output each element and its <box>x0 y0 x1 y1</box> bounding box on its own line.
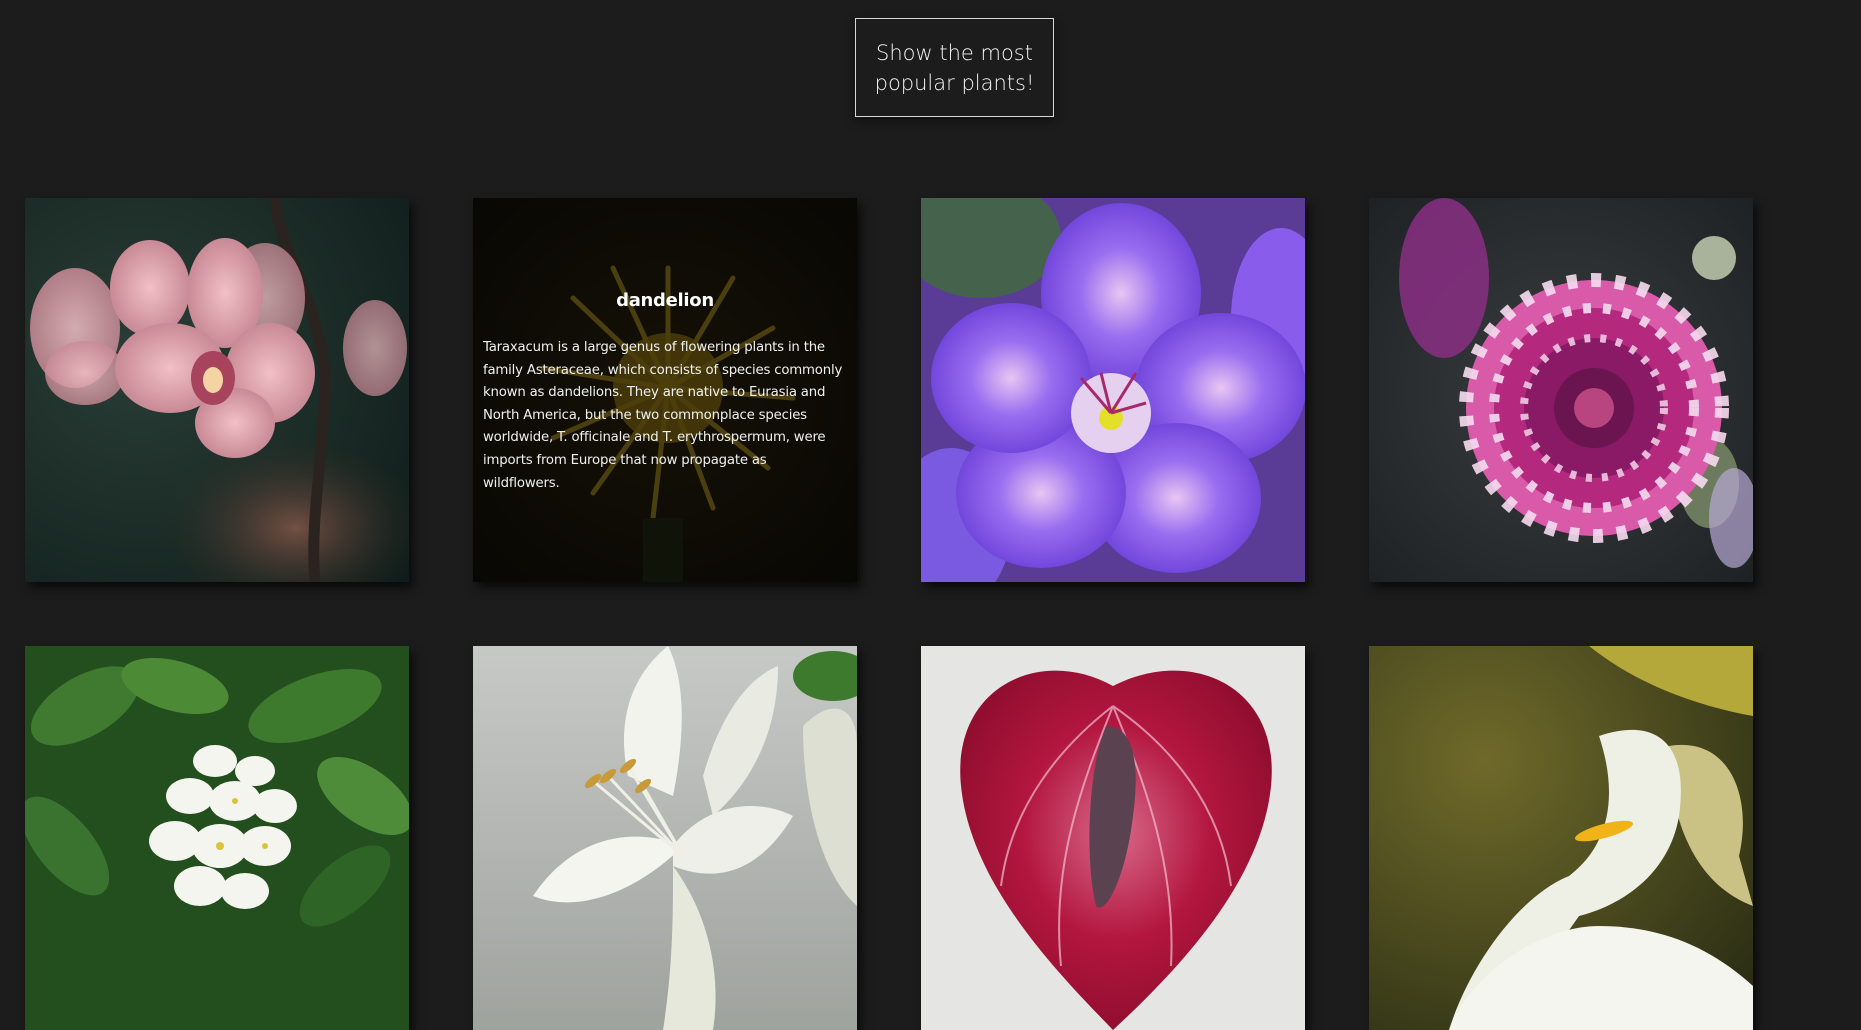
orchid-image <box>25 198 409 582</box>
plant-card-lily[interactable] <box>473 646 857 1030</box>
dahlia-image <box>1369 198 1753 582</box>
jasmine-image <box>25 646 409 1030</box>
plant-card-geranium[interactable] <box>921 198 1305 582</box>
calla-lily-image <box>1369 646 1753 1030</box>
geranium-image <box>921 198 1305 582</box>
plant-card-anthurium[interactable] <box>921 646 1305 1030</box>
plant-title: dandelion <box>616 290 714 311</box>
plant-card-orchid[interactable] <box>25 198 409 582</box>
plant-card-jasmine[interactable] <box>25 646 409 1030</box>
lily-image <box>473 646 857 1030</box>
dandelion-overlay: dandelion Taraxacum is a large genus of … <box>473 198 857 582</box>
plant-card-dandelion[interactable]: dandelion Taraxacum is a large genus of … <box>473 198 857 582</box>
plant-description: Taraxacum is a large genus of flowering … <box>483 340 843 491</box>
anthurium-image <box>921 646 1305 1030</box>
plant-card-dahlia[interactable] <box>1369 198 1753 582</box>
plant-card-calla-lily[interactable] <box>1369 646 1753 1030</box>
show-popular-plants-button[interactable]: Show the most popular plants! <box>855 18 1054 117</box>
